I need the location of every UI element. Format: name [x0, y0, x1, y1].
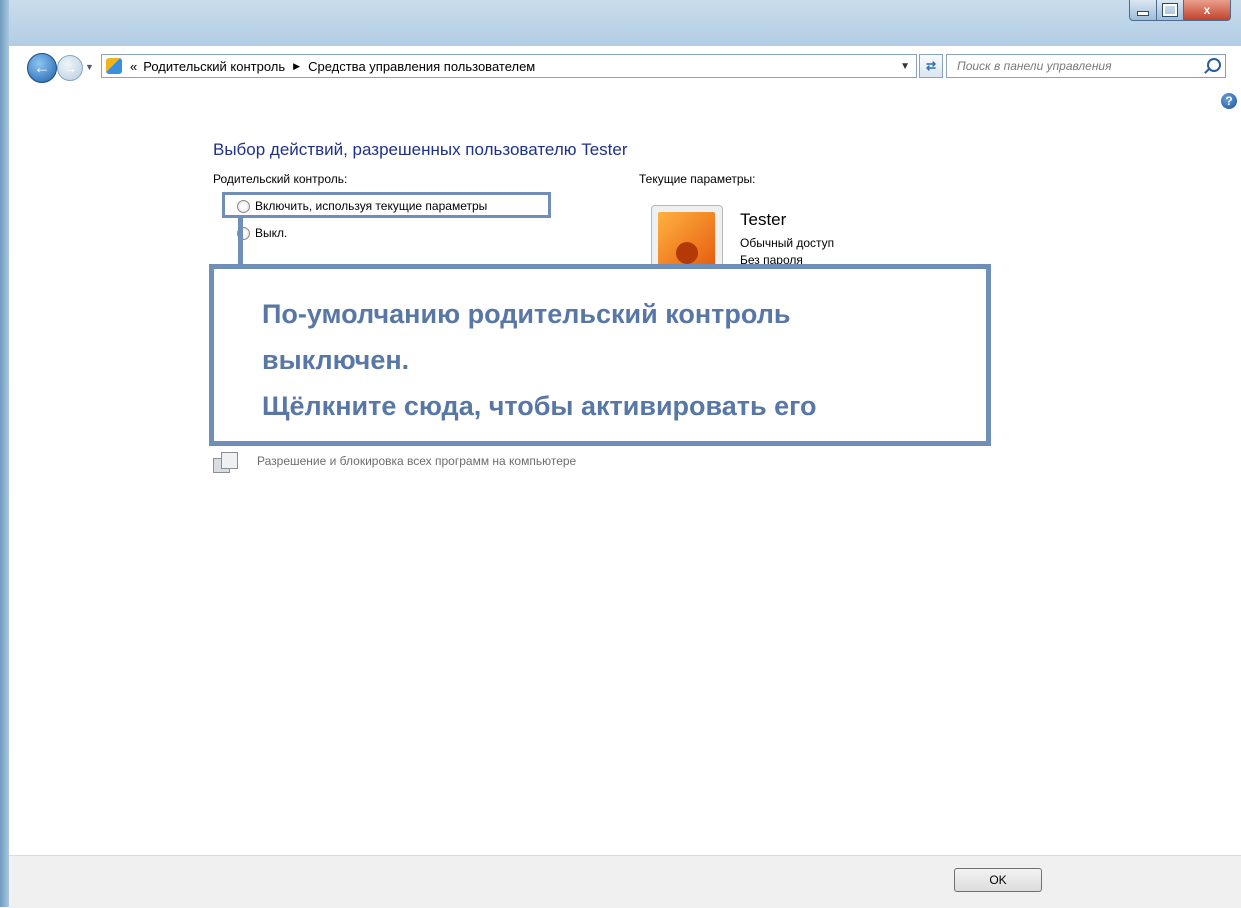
refresh-icon: ⇄ — [925, 59, 937, 73]
page-title: Выбор действий, разрешенных пользователю… — [213, 140, 628, 159]
breadcrumb-overflow[interactable]: « — [130, 59, 137, 74]
user-name: Tester — [740, 210, 787, 229]
forward-button[interactable]: → — [57, 55, 83, 81]
annotation-highlight-box — [222, 192, 551, 218]
navigation-bar: ← → ▼ « Родительский контроль ▶ Средства… — [9, 46, 1241, 86]
annotation-connector — [238, 218, 243, 268]
window-controls: x — [1129, 0, 1231, 21]
radio-off[interactable]: Выкл. — [237, 226, 287, 240]
back-button[interactable]: ← — [27, 53, 57, 83]
back-arrow-icon: ← — [33, 58, 51, 77]
forward-arrow-icon: → — [63, 60, 77, 76]
breadcrumb-separator-icon[interactable]: ▶ — [293, 61, 300, 72]
callout-line-3: Щёлкните сюда, чтобы активировать его — [262, 391, 817, 421]
window-left-frame — [0, 0, 9, 907]
dialog-footer: OK — [9, 855, 1241, 908]
address-dropdown-icon[interactable]: ▼ — [900, 61, 910, 72]
search-box[interactable] — [946, 54, 1226, 78]
refresh-button[interactable]: ⇄ — [919, 54, 943, 78]
history-dropdown-icon[interactable]: ▼ — [85, 62, 94, 72]
maximize-icon — [1162, 3, 1178, 17]
maximize-button[interactable] — [1157, 0, 1184, 21]
search-input[interactable] — [955, 58, 1199, 74]
parental-control-label: Родительский контроль: — [213, 172, 348, 186]
search-icon[interactable] — [1207, 58, 1221, 72]
current-settings-label: Текущие параметры: — [639, 172, 756, 186]
breadcrumb-item-parental-control[interactable]: Родительский контроль — [143, 59, 285, 74]
close-button[interactable]: x — [1184, 0, 1231, 21]
help-icon[interactable]: ? — [1221, 93, 1237, 109]
callout-text: По-умолчанию родительский контроль выклю… — [262, 291, 817, 429]
annotation-callout: По-умолчанию родительский контроль выклю… — [209, 264, 991, 446]
avatar — [651, 205, 723, 272]
control-panel-icon — [106, 58, 122, 74]
ok-button[interactable]: OK — [954, 868, 1042, 892]
breadcrumb-item-user-controls[interactable]: Средства управления пользователем — [308, 59, 535, 74]
callout-line-1: По-умолчанию родительский контроль — [262, 299, 791, 329]
address-bar[interactable]: « Родительский контроль ▶ Средства управ… — [101, 54, 917, 78]
radio-off-label[interactable]: Выкл. — [255, 226, 287, 240]
user-picture-icon — [658, 212, 715, 271]
user-account-type: Обычный доступ — [740, 236, 835, 250]
title-bar: x — [9, 0, 1241, 46]
minimize-icon — [1137, 10, 1149, 16]
allow-block-programs-text: Разрешение и блокировка всех программ на… — [257, 454, 577, 468]
programs-icon — [213, 452, 239, 474]
minimize-button[interactable] — [1129, 0, 1157, 21]
callout-line-2: выключен. — [262, 345, 410, 375]
